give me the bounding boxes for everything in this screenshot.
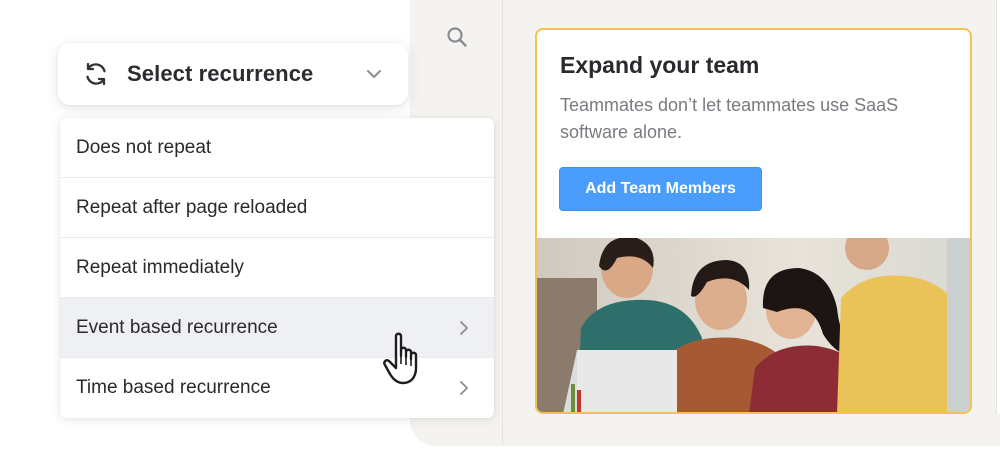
- chevron-right-icon: [460, 321, 468, 335]
- select-recurrence-dropdown[interactable]: Select recurrence: [58, 43, 408, 105]
- menu-item-repeat-immediately[interactable]: Repeat immediately: [60, 238, 494, 298]
- menu-item-repeat-after-reload[interactable]: Repeat after page reloaded: [60, 178, 494, 238]
- menu-item-does-not-repeat[interactable]: Does not repeat: [60, 118, 494, 178]
- menu-item-label: Time based recurrence: [76, 377, 271, 398]
- chevron-right-icon: [460, 381, 468, 395]
- card-title: Expand your team: [560, 52, 760, 78]
- refresh-icon: [86, 62, 106, 86]
- add-team-members-button[interactable]: Add Team Members: [559, 167, 762, 211]
- hand-pointer-icon: [383, 332, 418, 385]
- menu-item-label: Does not repeat: [76, 136, 212, 158]
- card-description: Teammates don’t let teammates use SaaS s…: [560, 95, 899, 142]
- team-photo: [537, 238, 970, 412]
- expand-team-card: Expand your team Teammates don’t let tea…: [535, 28, 972, 414]
- search-icon[interactable]: [444, 24, 470, 50]
- select-recurrence-label: Select recurrence: [127, 61, 314, 86]
- panel-divider: [502, 0, 503, 446]
- menu-item-label: Repeat after page reloaded: [76, 196, 308, 218]
- menu-item-label: Repeat immediately: [76, 256, 244, 278]
- chevron-down-icon: [367, 70, 381, 78]
- menu-item-label: Event based recurrence: [76, 316, 278, 338]
- right-panel-edge: [996, 0, 1000, 414]
